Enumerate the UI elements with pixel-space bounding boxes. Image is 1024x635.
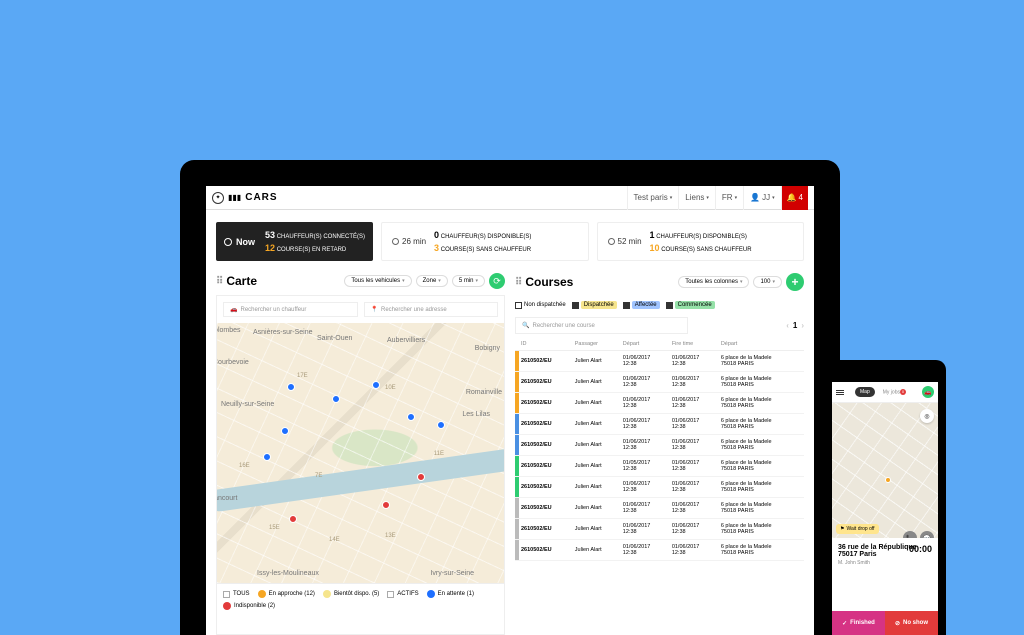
no-show-button[interactable]: ⊘No show <box>885 611 938 635</box>
filter-non-dispatchee[interactable]: Non dispatchée <box>515 302 566 309</box>
table-row[interactable]: 2610502/EUJulien Alart01/06/201712:3801/… <box>515 498 804 519</box>
ride-timer: 00:00 <box>909 544 932 554</box>
clock-icon <box>608 238 615 245</box>
status-filters: Non dispatchée Dispatchée Affectée Comme… <box>515 297 804 313</box>
lang-dropdown[interactable]: FR▾ <box>715 186 743 210</box>
search-icon: 🔍 <box>522 322 529 329</box>
legend-bientot[interactable]: Bientôt dispo. (5) <box>323 590 379 598</box>
table-row[interactable]: 2610502/EUJulien Alart01/06/201712:3801/… <box>515 435 804 456</box>
legend-en-approche[interactable]: En approche (12) <box>258 590 315 598</box>
app-header: ✦ ▮▮▮ CARS Test paris▾ Liens▾ FR▾ 👤JJ▾ 🔔… <box>206 186 814 210</box>
courses-table: ID Passager Départ Fire time Départ 2610… <box>515 338 804 561</box>
filter-tous[interactable]: TOUS <box>223 590 250 598</box>
passenger-name: M. John Smith <box>838 560 932 566</box>
menu-icon[interactable] <box>836 390 844 395</box>
filter-affectee[interactable]: Affectée <box>623 301 660 309</box>
mobile-header: Map My jobs0 🚗 <box>832 382 938 403</box>
table-row[interactable]: 2610502/EUJulien Alart01/06/201712:3801/… <box>515 519 804 540</box>
now-label: Now <box>236 237 255 247</box>
tab-map[interactable]: Map <box>855 387 875 398</box>
search-driver-input[interactable]: 🚗Rechercher un chauffeur <box>223 302 358 317</box>
filter-commencee[interactable]: Commencée <box>666 301 715 309</box>
map-title: Carte <box>226 274 257 288</box>
drag-handle-icon[interactable]: ⠿ <box>515 277 521 288</box>
filter-actifs[interactable]: ACTIFS <box>387 590 418 598</box>
clock-icon <box>224 238 232 246</box>
check-icon: ✓ <box>842 620 847 627</box>
tenant-dropdown[interactable]: Test paris▾ <box>627 186 679 210</box>
finished-button[interactable]: ✓Finished <box>832 611 885 635</box>
table-row[interactable]: 2610502/EUJulien Alart01/05/201712:3801/… <box>515 456 804 477</box>
table-row[interactable]: 2610502/EUJulien Alart01/06/201712:3801/… <box>515 477 804 498</box>
table-row[interactable]: 2610502/EUJulien Alart01/06/201712:3801/… <box>515 351 804 372</box>
add-course-button[interactable]: + <box>786 273 804 291</box>
map-legend: TOUS En approche (12) Bientôt dispo. (5)… <box>217 583 504 616</box>
table-row[interactable]: 2610502/EUJulien Alart01/06/201712:3801/… <box>515 393 804 414</box>
bell-icon: 🔔 <box>787 193 797 202</box>
table-row[interactable]: 2610502/EUJulien Alart01/06/201712:3801/… <box>515 540 804 561</box>
mobile-screen: Map My jobs0 🚗 ◎ ⚑Wait drop off 📞 💬 00:0… <box>832 382 938 635</box>
prev-page-button[interactable]: ‹ <box>786 321 789 330</box>
table-row[interactable]: 2610502/EUJulien Alart01/06/201712:3801/… <box>515 372 804 393</box>
desktop-device: ✦ ▮▮▮ CARS Test paris▾ Liens▾ FR▾ 👤JJ▾ 🔔… <box>180 160 840 635</box>
search-course-input[interactable]: 🔍Rechercher une course <box>515 317 688 334</box>
car-status-icon[interactable]: 🚗 <box>922 386 934 398</box>
map-panel: ⠿Carte Tous les vehicules▾ Zone▾ 5 min▾ … <box>216 273 505 635</box>
map-pin[interactable] <box>372 381 380 389</box>
stat-card-52min: 52 min 1 CHAUFFEUR(S) DISPONIBLE(S) 10 C… <box>597 222 804 261</box>
logo-icon: ✦ <box>212 192 224 204</box>
mobile-map[interactable]: ◎ ⚑Wait drop off 📞 💬 <box>832 403 938 538</box>
flag-icon: ⚑ <box>840 526 844 532</box>
next-page-button[interactable]: › <box>801 321 804 330</box>
drag-handle-icon[interactable]: ⠿ <box>216 276 222 287</box>
columns-dropdown[interactable]: Toutes les colonnes▾ <box>678 276 749 288</box>
ride-card: 00:00 36 rue de la République 75017 Pari… <box>832 538 938 572</box>
legend-indispo[interactable]: Indisponible (2) <box>223 602 275 610</box>
zone-dropdown[interactable]: Zone▾ <box>416 275 448 287</box>
map-pin[interactable] <box>382 501 390 509</box>
filter-dispatchee[interactable]: Dispatchée <box>572 301 617 309</box>
links-dropdown[interactable]: Liens▾ <box>678 186 715 210</box>
car-icon: 🚗 <box>230 306 237 313</box>
map-canvas[interactable]: Paris Asnières-sur-Seine Colombes Courbe… <box>217 323 504 583</box>
time-dropdown[interactable]: 5 min▾ <box>452 275 485 287</box>
map-pin <box>885 477 891 483</box>
courses-title: Courses <box>525 275 573 289</box>
call-button[interactable]: 📞 <box>903 531 917 538</box>
desktop-screen: ✦ ▮▮▮ CARS Test paris▾ Liens▾ FR▾ 👤JJ▾ 🔔… <box>206 186 814 635</box>
message-button[interactable]: 💬 <box>920 531 934 538</box>
user-menu[interactable]: 👤JJ▾ <box>743 186 780 210</box>
pin-icon: 📍 <box>371 306 378 313</box>
brand-name: CARS <box>245 192 277 203</box>
locate-button[interactable]: ◎ <box>920 409 934 423</box>
map-pin[interactable] <box>407 413 415 421</box>
map-pin[interactable] <box>289 515 297 523</box>
map-pin[interactable] <box>281 427 289 435</box>
stat-card-26min: 26 min 0 CHAUFFEUR(S) DISPONIBLE(S) 3 CO… <box>381 222 588 261</box>
courses-panel: ⠿ Courses Toutes les colonnes▾ 100▾ + Non… <box>515 273 804 635</box>
refresh-button[interactable]: ⟳ <box>489 273 505 289</box>
map-pin[interactable] <box>332 395 340 403</box>
clock-icon <box>392 238 399 245</box>
notifications-button[interactable]: 🔔4 <box>781 186 808 210</box>
x-icon: ⊘ <box>895 620 900 627</box>
now-box: Now 53 CHAUFFEUR(S) CONNECTÉ(S) 12 COURS… <box>216 222 373 261</box>
vehicles-dropdown[interactable]: Tous les vehicules▾ <box>344 275 411 287</box>
mobile-device: Map My jobs0 🚗 ◎ ⚑Wait drop off 📞 💬 00:0… <box>824 360 946 635</box>
tab-my-jobs[interactable]: My jobs0 <box>878 387 911 398</box>
map-pin[interactable] <box>437 421 445 429</box>
table-row[interactable]: 2610502/EUJulien Alart01/06/201712:3801/… <box>515 414 804 435</box>
dropoff-badge: ⚑Wait drop off <box>836 524 879 534</box>
map-pin[interactable] <box>287 383 295 391</box>
stats-row: Now 53 CHAUFFEUR(S) CONNECTÉ(S) 12 COURS… <box>206 210 814 273</box>
pagesize-dropdown[interactable]: 100▾ <box>753 276 782 288</box>
search-address-input[interactable]: 📍Rechercher une adresse <box>364 302 499 317</box>
map-pin[interactable] <box>263 453 271 461</box>
user-icon: 👤 <box>750 193 760 202</box>
legend-en-attente[interactable]: En attente (1) <box>427 590 474 598</box>
current-page: 1 <box>793 321 797 330</box>
barcode-icon: ▮▮▮ <box>228 193 241 202</box>
